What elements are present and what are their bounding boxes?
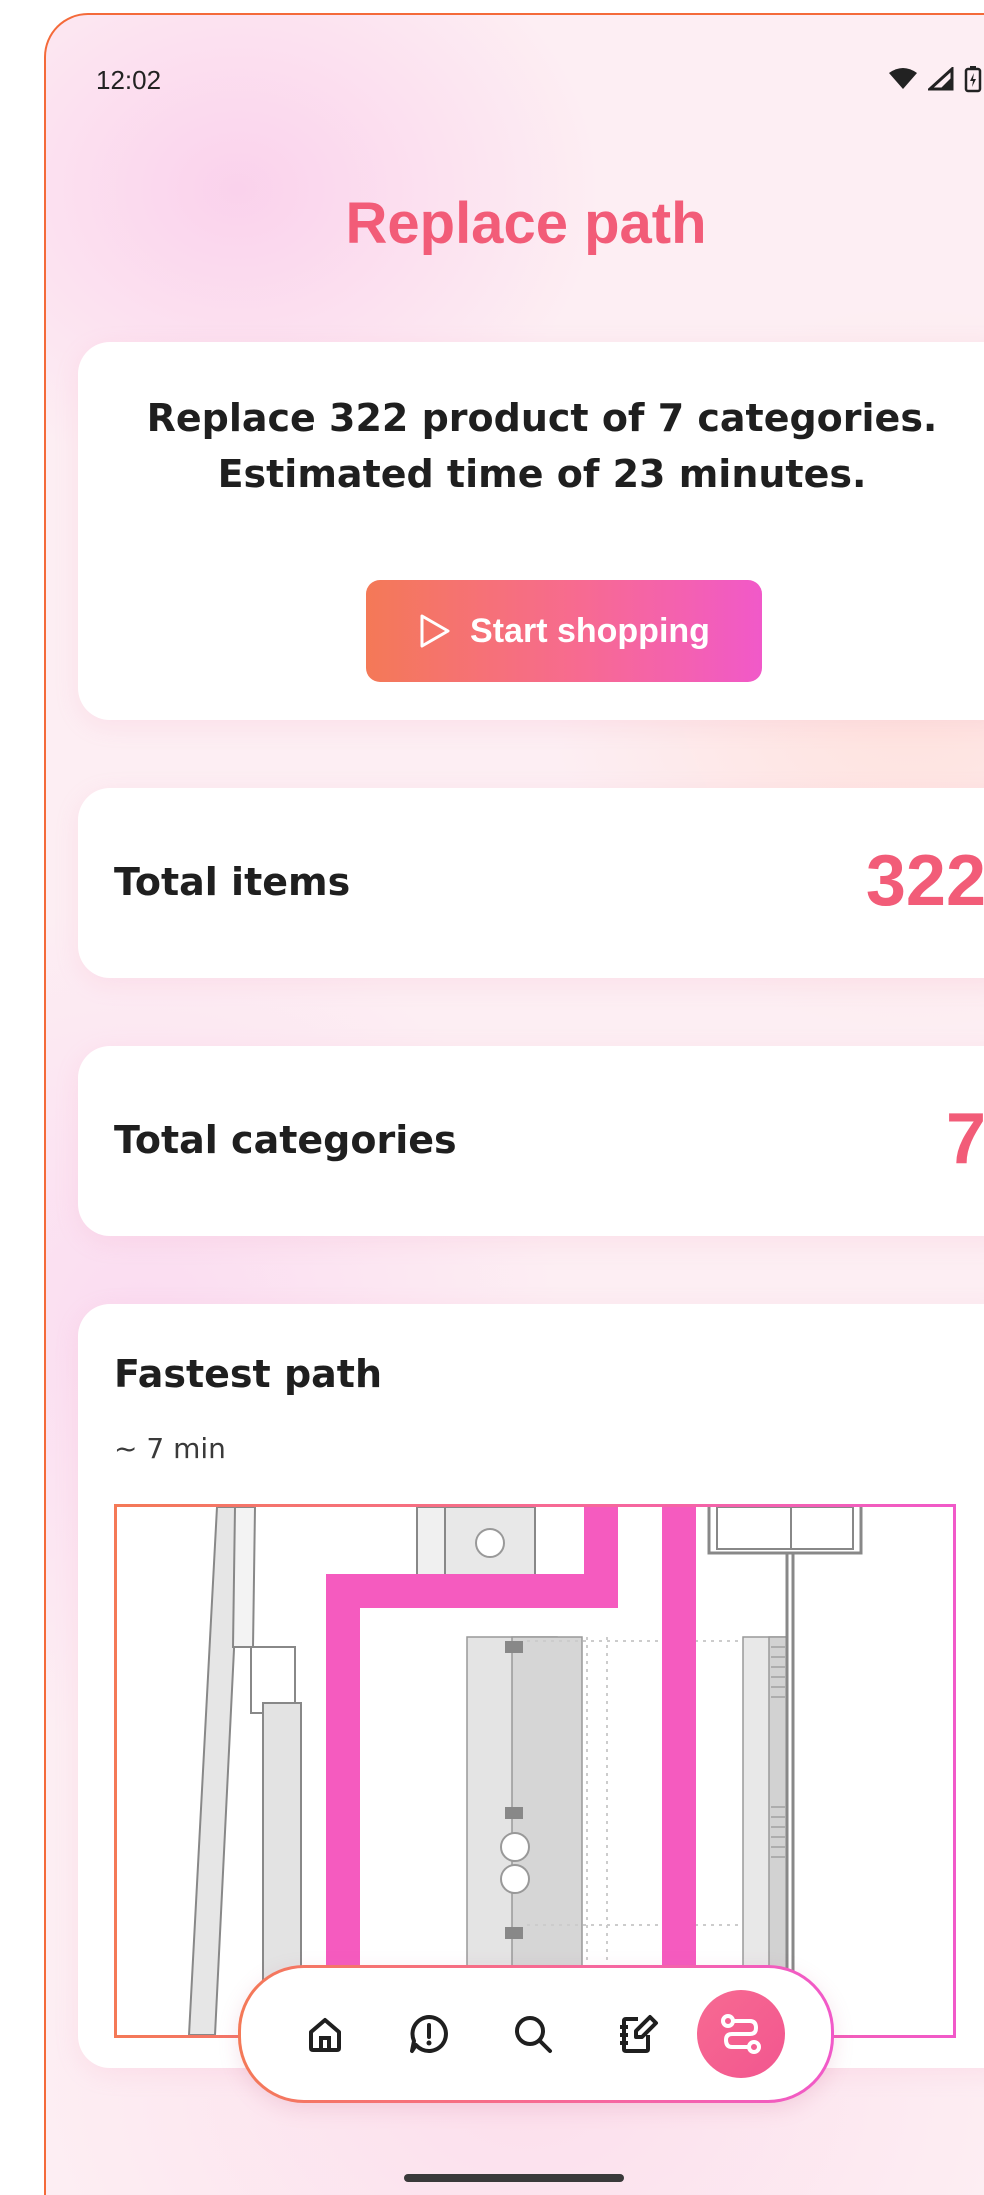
status-time: 12:02 [96, 65, 162, 95]
nav-alerts[interactable] [385, 1990, 473, 2078]
total-items-label: Total items [114, 860, 351, 904]
nav-home[interactable] [281, 1990, 369, 2078]
status-icons [888, 65, 982, 93]
nav-notes[interactable] [593, 1990, 681, 2078]
summary-text: Replace 322 product of 7 categories. Est… [146, 396, 938, 496]
fastest-path-card: Fastest path ~ 7 min [78, 1304, 984, 2068]
phone-screen: 12:02 Replace path Replace 322 product o… [44, 13, 984, 2195]
battery-icon [964, 66, 982, 93]
home-icon [309, 2018, 341, 2052]
alert-bubble-icon [410, 2015, 448, 2053]
start-shopping-label: Start shopping [470, 611, 710, 650]
route-icon [721, 2014, 761, 2054]
wifi-icon [889, 68, 917, 89]
summary-card: Replace 322 product of 7 categories. Est… [78, 342, 984, 720]
total-categories-card: Total categories 7 [78, 1046, 984, 1236]
play-icon [420, 614, 450, 648]
search-icon [515, 2016, 552, 2053]
bottom-navigation [238, 1965, 834, 2103]
nav-search[interactable] [489, 1990, 577, 2078]
total-categories-value: 7 [945, 1099, 984, 1179]
home-indicator[interactable] [404, 2174, 624, 2182]
total-categories-label: Total categories [114, 1118, 457, 1162]
fastest-path-title: Fastest path [114, 1352, 383, 1396]
store-map[interactable] [114, 1504, 956, 2038]
fastest-path-duration: ~ 7 min [114, 1432, 226, 1465]
start-shopping-button[interactable]: Start shopping [366, 580, 762, 682]
page-title: Replace path [345, 191, 707, 256]
notebook-edit-icon [620, 2015, 658, 2053]
floor-plan [187, 1507, 863, 2035]
signal-icon [928, 67, 954, 91]
total-items-card: Total items 322 [78, 788, 984, 978]
nav-route[interactable] [697, 1990, 785, 2078]
total-items-value: 322 [865, 841, 984, 921]
